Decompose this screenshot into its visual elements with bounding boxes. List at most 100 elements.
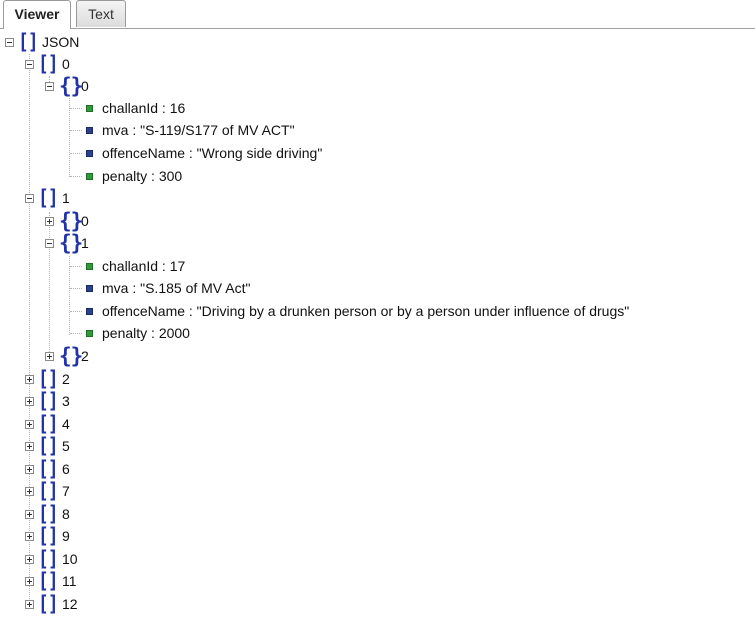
node-label: 0 xyxy=(81,213,89,229)
tree-node-array[interactable]: [] 11 xyxy=(0,569,200,593)
tree-node-array[interactable]: [] 1 xyxy=(0,186,200,210)
property-text: mva : "S.185 of MV Act" xyxy=(102,280,251,296)
plus-box-icon[interactable] xyxy=(45,352,54,361)
tab-bar: Viewer Text xyxy=(0,0,755,29)
node-label: 8 xyxy=(62,506,70,522)
tree-property[interactable]: mva : "S-119/S177 of MV ACT" xyxy=(0,120,700,140)
tree-property[interactable]: challanId : 17 xyxy=(0,256,700,276)
array-bracket-icon: [] xyxy=(38,592,59,616)
node-label: 9 xyxy=(62,528,70,544)
node-label: 0 xyxy=(62,56,70,72)
property-text: mva : "S-119/S177 of MV ACT" xyxy=(102,122,295,138)
number-value-icon xyxy=(86,105,93,112)
array-bracket-icon: [] xyxy=(38,412,59,436)
object-brace-icon: {} xyxy=(59,209,83,233)
tree-node-object[interactable]: {} 1 xyxy=(0,231,200,255)
node-label: 10 xyxy=(62,551,78,567)
node-label: 1 xyxy=(81,235,89,251)
plus-box-icon[interactable] xyxy=(25,510,34,519)
tree-node-array[interactable]: [] 3 xyxy=(0,389,200,413)
array-bracket-icon: [] xyxy=(38,434,59,458)
tree-guide-line xyxy=(70,108,82,109)
node-label: 4 xyxy=(62,416,70,432)
tree-node-array[interactable]: [] 7 xyxy=(0,479,200,503)
tree-node-root[interactable]: [] JSON xyxy=(0,30,200,54)
node-label: 2 xyxy=(81,348,89,364)
property-text: offenceName : "Wrong side driving" xyxy=(102,145,323,161)
array-bracket-icon: [] xyxy=(38,524,59,548)
tree-node-array[interactable]: [] 2 xyxy=(0,367,200,391)
node-label: 5 xyxy=(62,438,70,454)
property-text: challanId : 17 xyxy=(102,258,186,274)
tree-property[interactable]: penalty : 300 xyxy=(0,166,700,186)
array-bracket-icon: [] xyxy=(38,547,59,571)
tree-node-array[interactable]: [] 6 xyxy=(0,457,200,481)
plus-box-icon[interactable] xyxy=(25,420,34,429)
tree-node-array[interactable]: [] 4 xyxy=(0,412,200,436)
tree-property[interactable]: offenceName : "Driving by a drunken pers… xyxy=(0,301,700,321)
plus-box-icon[interactable] xyxy=(25,577,34,586)
plus-box-icon[interactable] xyxy=(25,555,34,564)
tree-guide-line xyxy=(70,266,82,267)
number-value-icon xyxy=(86,330,93,337)
array-bracket-icon: [] xyxy=(38,457,59,481)
tree-node-object[interactable]: {} 2 xyxy=(0,344,200,368)
object-brace-icon: {} xyxy=(59,74,83,98)
minus-box-icon[interactable] xyxy=(25,194,34,203)
plus-box-icon[interactable] xyxy=(25,375,34,384)
plus-box-icon[interactable] xyxy=(25,600,34,609)
property-text: penalty : 300 xyxy=(102,168,183,184)
number-value-icon xyxy=(86,263,93,270)
plus-box-icon[interactable] xyxy=(25,442,34,451)
node-label: 1 xyxy=(62,190,70,206)
array-bracket-icon: [] xyxy=(38,52,59,76)
node-label: 11 xyxy=(62,573,77,589)
array-bracket-icon: [] xyxy=(38,479,59,503)
tree-node-array[interactable]: [] 5 xyxy=(0,434,200,458)
object-brace-icon: {} xyxy=(59,344,83,368)
minus-box-icon[interactable] xyxy=(45,239,54,248)
tree-guide-line xyxy=(70,288,82,289)
tree-node-array[interactable]: [] 10 xyxy=(0,547,200,571)
array-bracket-icon: [] xyxy=(18,30,39,54)
minus-box-icon[interactable] xyxy=(25,60,34,69)
json-tree: [] JSON [] 0 {} 0 challanId : 16 mva : "… xyxy=(0,30,755,640)
plus-box-icon[interactable] xyxy=(25,487,34,496)
plus-box-icon[interactable] xyxy=(45,217,54,226)
tree-guide-line xyxy=(70,176,82,177)
tab-text[interactable]: Text xyxy=(76,0,126,27)
tree-node-array[interactable]: [] 0 xyxy=(0,52,200,76)
array-bracket-icon: [] xyxy=(38,186,59,210)
node-label: 0 xyxy=(81,78,89,94)
tree-node-object[interactable]: {} 0 xyxy=(0,209,200,233)
tree-property[interactable]: penalty : 2000 xyxy=(0,323,700,343)
minus-box-icon[interactable] xyxy=(5,38,14,47)
tree-node-array[interactable]: [] 12 xyxy=(0,592,200,616)
plus-box-icon[interactable] xyxy=(25,397,34,406)
string-value-icon xyxy=(86,308,93,315)
string-value-icon xyxy=(86,150,93,157)
array-bracket-icon: [] xyxy=(38,367,59,391)
array-bracket-icon: [] xyxy=(38,502,59,526)
node-label: JSON xyxy=(42,34,80,50)
node-label: 3 xyxy=(62,393,70,409)
tree-guide-line xyxy=(70,333,82,334)
tree-property[interactable]: mva : "S.185 of MV Act" xyxy=(0,278,700,298)
tree-node-object[interactable]: {} 0 xyxy=(0,74,200,98)
array-bracket-icon: [] xyxy=(38,389,59,413)
plus-box-icon[interactable] xyxy=(25,465,34,474)
tree-property[interactable]: offenceName : "Wrong side driving" xyxy=(0,143,700,163)
tree-node-array[interactable]: [] 8 xyxy=(0,502,200,526)
tree-guide-line xyxy=(70,153,82,154)
number-value-icon xyxy=(86,173,93,180)
minus-box-icon[interactable] xyxy=(45,82,54,91)
tab-viewer[interactable]: Viewer xyxy=(3,0,71,29)
tree-guide-line xyxy=(70,311,82,312)
object-brace-icon: {} xyxy=(59,231,83,255)
node-label: 7 xyxy=(62,483,70,499)
tree-node-array[interactable]: [] 9 xyxy=(0,524,200,548)
array-bracket-icon: [] xyxy=(38,569,59,593)
tree-property[interactable]: challanId : 16 xyxy=(0,98,700,118)
plus-box-icon[interactable] xyxy=(25,532,34,541)
node-label: 2 xyxy=(62,371,70,387)
